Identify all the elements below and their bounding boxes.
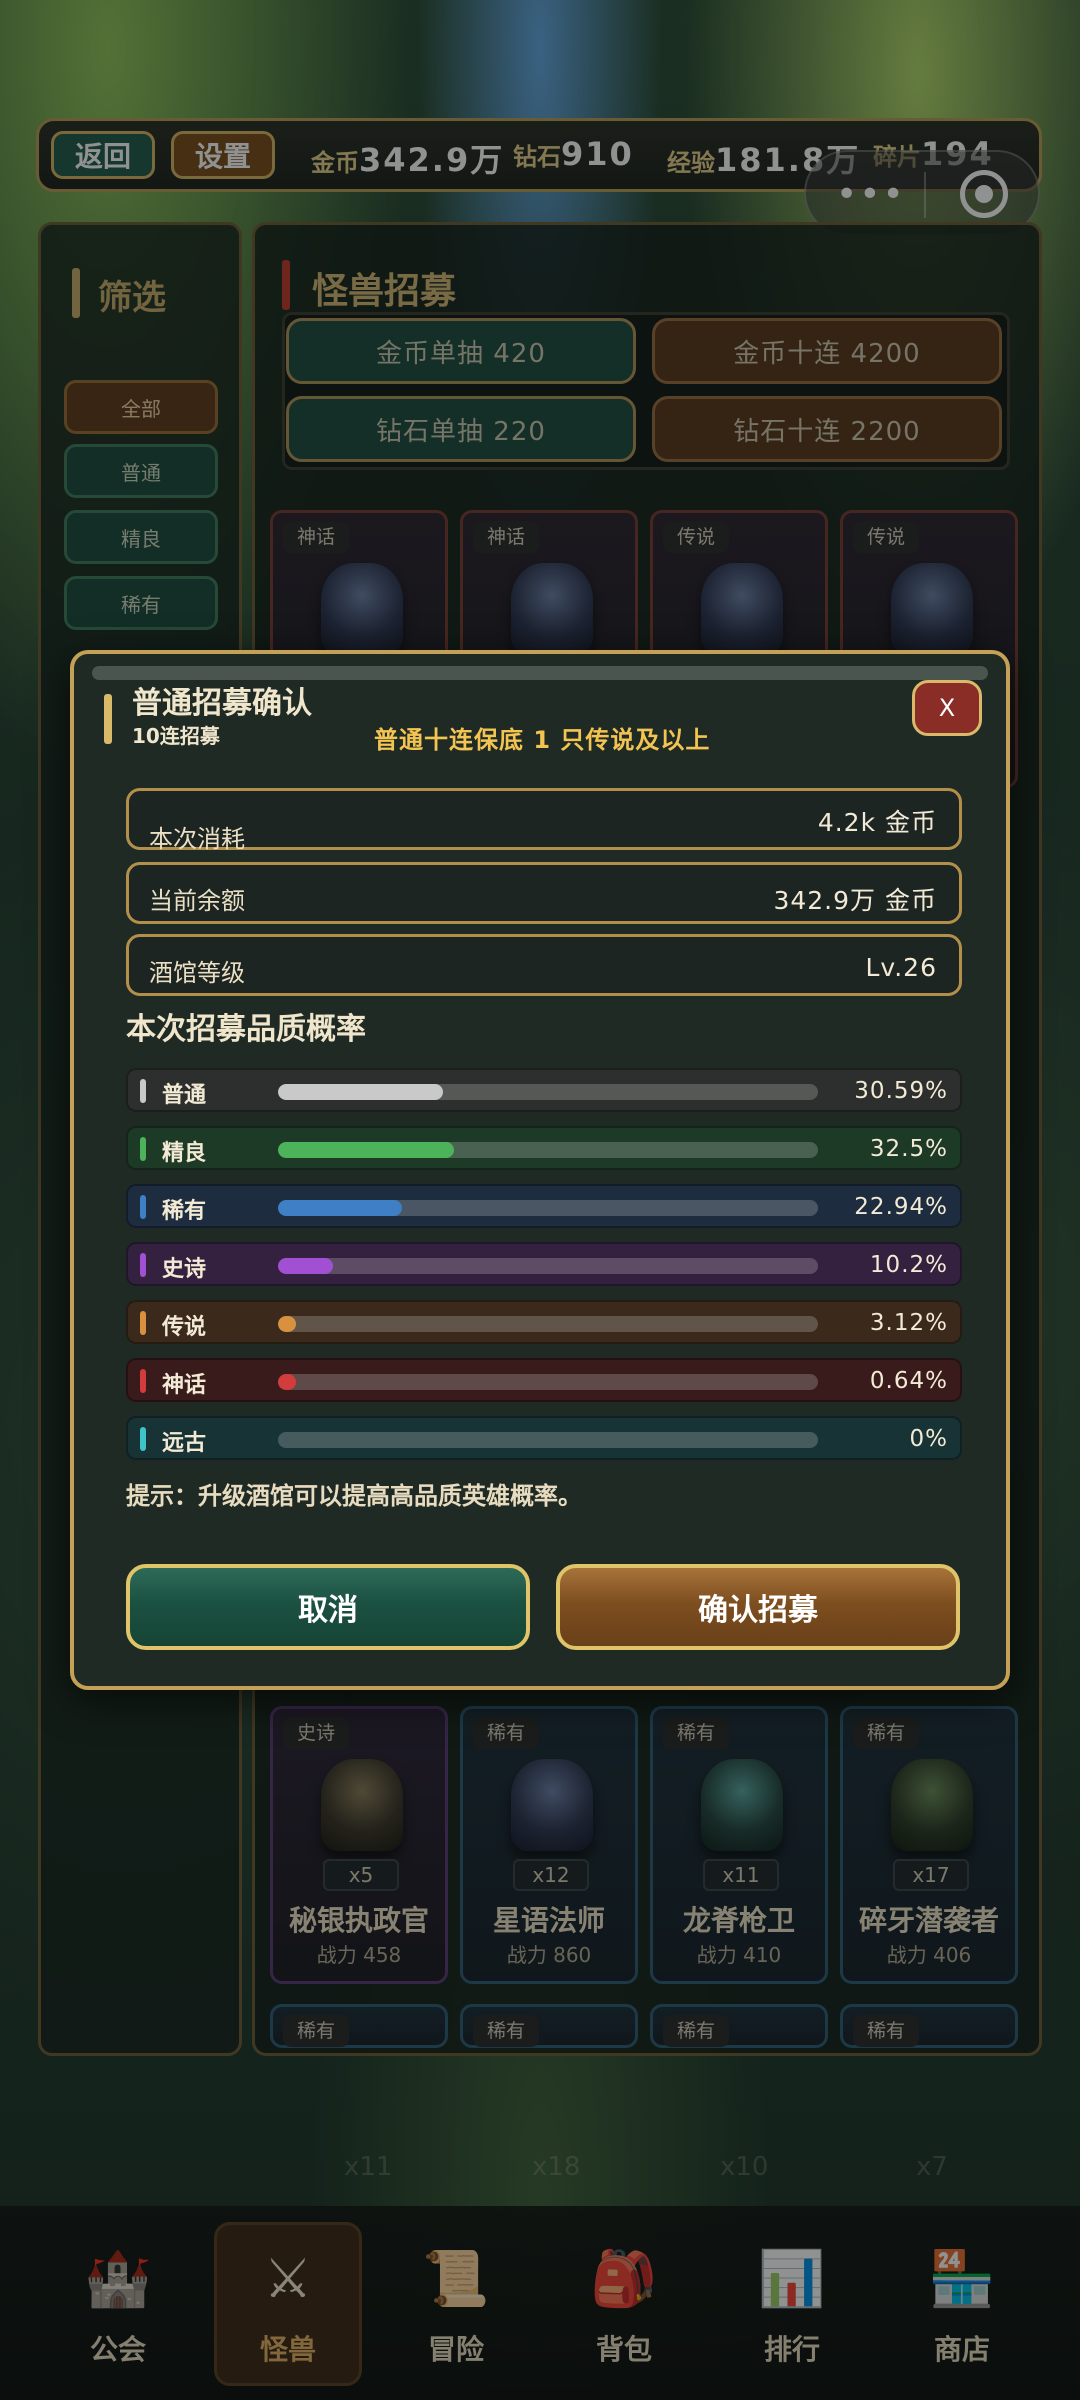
balance-value: 342.9万 金币 <box>773 886 937 915</box>
confirm-recruit-button[interactable]: 确认招募 <box>556 1564 960 1650</box>
quality-name: 远古 <box>162 1431 207 1456</box>
upgrade-tip: 提示：升级酒馆可以提高高品质英雄概率。 <box>126 1482 582 1510</box>
probability-value: 32.5% <box>869 1136 948 1162</box>
quality-name: 史诗 <box>162 1257 207 1282</box>
dialog-subtitle: 10连招募 <box>132 724 220 748</box>
balance-row: 当前余额 342.9万 金币 <box>126 862 962 924</box>
quality-name: 精良 <box>162 1141 207 1166</box>
quality-marker <box>140 1369 146 1393</box>
quality-marker <box>140 1253 146 1277</box>
quality-marker <box>140 1079 146 1103</box>
probability-row: 普通 30.59% <box>126 1068 962 1112</box>
probability-value: 0.64% <box>869 1368 948 1394</box>
probability-track <box>278 1258 818 1274</box>
quality-marker <box>140 1311 146 1335</box>
close-button[interactable]: X <box>912 680 982 736</box>
probability-track <box>278 1200 818 1216</box>
dialog-title: 普通招募确认 <box>132 686 312 721</box>
probability-row: 稀有 22.94% <box>126 1184 962 1228</box>
pity-guarantee-text: 普通十连保底 1 只传说及以上 <box>374 726 711 754</box>
probability-value: 30.59% <box>854 1078 948 1104</box>
probability-value: 3.12% <box>869 1310 948 1336</box>
dialog-accent <box>104 694 112 744</box>
probability-fill <box>278 1258 334 1274</box>
probability-fill <box>278 1084 444 1100</box>
tavern-level-row: 酒馆等级 Lv.26 <box>126 934 962 996</box>
balance-label: 当前余额 <box>149 887 245 915</box>
cost-label: 本次消耗 <box>149 825 245 853</box>
probability-title: 本次招募品质概率 <box>126 1012 366 1047</box>
probability-value: 22.94% <box>854 1194 948 1220</box>
probability-fill <box>278 1142 454 1158</box>
quality-name: 传说 <box>162 1315 207 1340</box>
probability-fill <box>278 1374 296 1390</box>
probability-fill <box>278 1200 402 1216</box>
quality-name: 稀有 <box>162 1199 207 1224</box>
probability-row: 远古 0% <box>126 1416 962 1460</box>
cancel-button[interactable]: 取消 <box>126 1564 530 1650</box>
recruit-confirm-dialog: 普通招募确认 10连招募 普通十连保底 1 只传说及以上 X 本次消耗 4.2k… <box>70 650 1010 1690</box>
tavern-level-label: 酒馆等级 <box>149 959 245 987</box>
probability-value: 0% <box>909 1426 948 1452</box>
quality-name: 神话 <box>162 1373 207 1398</box>
probability-track <box>278 1374 818 1390</box>
probability-value: 10.2% <box>869 1252 948 1278</box>
probability-row: 传说 3.12% <box>126 1300 962 1344</box>
probability-track <box>278 1432 818 1448</box>
cost-value: 4.2k 金币 <box>817 808 937 837</box>
cost-row: 本次消耗 4.2k 金币 <box>126 788 962 853</box>
tavern-level-value: Lv.26 <box>865 953 937 982</box>
probability-track <box>278 1084 818 1100</box>
probability-track <box>278 1316 818 1332</box>
quality-marker <box>140 1195 146 1219</box>
probability-row: 神话 0.64% <box>126 1358 962 1402</box>
quality-marker <box>140 1137 146 1161</box>
quality-marker <box>140 1427 146 1451</box>
probability-row: 史诗 10.2% <box>126 1242 962 1286</box>
quality-name: 普通 <box>162 1083 207 1108</box>
probability-track <box>278 1142 818 1158</box>
probability-row: 精良 32.5% <box>126 1126 962 1170</box>
probability-fill <box>278 1316 296 1332</box>
